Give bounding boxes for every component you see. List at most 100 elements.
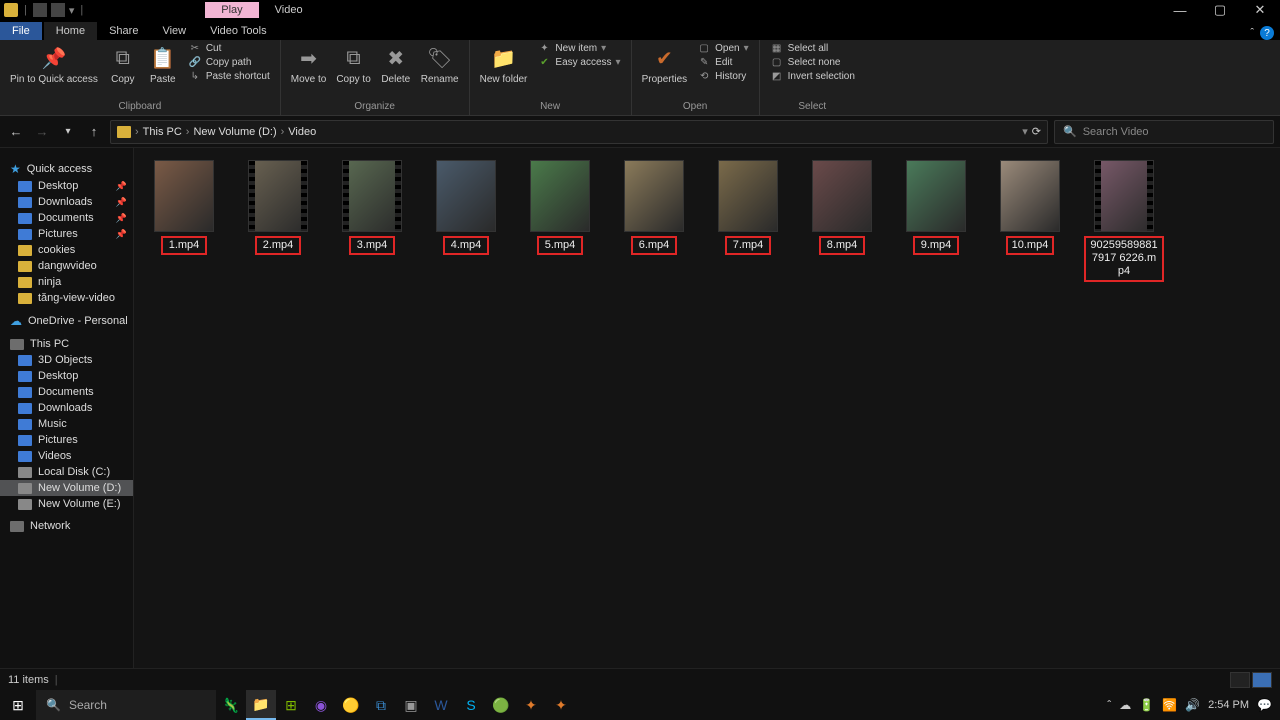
tray-clock[interactable]: 2:54 PM [1208, 699, 1249, 711]
chevron-down-icon[interactable]: ▾ [69, 4, 75, 17]
sidebar-item-dangwvideo[interactable]: dangwvideo [0, 258, 133, 274]
sidebar-item-this-pc[interactable]: This PC [0, 336, 133, 352]
file-item[interactable]: 10.mp4 [990, 160, 1070, 282]
tab-share[interactable]: Share [97, 22, 150, 40]
sidebar-item-ninja[interactable]: ninja [0, 274, 133, 290]
cut-button[interactable]: ✂Cut [184, 42, 274, 55]
file-item[interactable]: 1.mp4 [144, 160, 224, 282]
tray-battery-icon[interactable]: 🔋 [1139, 698, 1154, 712]
file-view[interactable]: 1.mp42.mp43.mp44.mp45.mp46.mp47.mp48.mp4… [134, 148, 1280, 668]
new-folder-button[interactable]: 📁New folder [476, 42, 532, 87]
large-icons-view-button[interactable] [1252, 672, 1272, 688]
sidebar-item-tang-view[interactable]: tăng-view-video [0, 290, 133, 306]
sidebar-item-videos[interactable]: Videos [0, 448, 133, 464]
tray-notifications-icon[interactable]: 💬 [1257, 698, 1272, 712]
qat-item-icon[interactable] [51, 3, 65, 17]
history-button[interactable]: ⟲History [693, 70, 753, 83]
file-item[interactable]: 2.mp4 [238, 160, 318, 282]
sidebar-item-documents2[interactable]: Documents [0, 384, 133, 400]
copy-to-button[interactable]: ⧉Copy to [332, 42, 374, 87]
sidebar-item-music[interactable]: Music [0, 416, 133, 432]
sidebar-item-network[interactable]: Network [0, 518, 133, 534]
sidebar-item-documents[interactable]: Documents📌 [0, 210, 133, 226]
breadcrumb-drive[interactable]: New Volume (D:) [193, 126, 276, 138]
task-app2-icon[interactable]: ✦ [516, 690, 546, 720]
paste-button[interactable]: 📋 Paste [144, 42, 182, 87]
forward-button[interactable]: → [32, 122, 52, 142]
address-bar[interactable]: › This PC › New Volume (D:) › Video ▾ ⟳ [110, 120, 1048, 144]
sidebar-item-volume-d[interactable]: New Volume (D:) [0, 480, 133, 496]
select-all-button[interactable]: ▦Select all [766, 42, 859, 55]
sidebar-item-pictures[interactable]: Pictures📌 [0, 226, 133, 242]
rename-button[interactable]: 🏷Rename [417, 42, 463, 87]
new-item-button[interactable]: ✦New item▾ [533, 42, 624, 55]
close-button[interactable]: ✕ [1240, 0, 1280, 20]
task-app3-icon[interactable]: ✦ [546, 690, 576, 720]
tab-video-tools[interactable]: Video Tools [198, 22, 278, 40]
file-item[interactable]: 4.mp4 [426, 160, 506, 282]
paste-shortcut-button[interactable]: ↳Paste shortcut [184, 70, 274, 83]
select-none-button[interactable]: ▢Select none [766, 56, 859, 69]
breadcrumb-folder[interactable]: Video [288, 126, 316, 138]
search-box[interactable]: 🔍 Search Video [1054, 120, 1274, 144]
easy-access-button[interactable]: ✔Easy access▾ [533, 56, 624, 69]
file-item[interactable]: 902595898817917 6226.mp4 [1084, 160, 1164, 282]
task-word-icon[interactable]: W [426, 690, 456, 720]
copy-path-button[interactable]: 🔗Copy path [184, 56, 274, 69]
properties-button[interactable]: ✔Properties [638, 42, 692, 87]
maximize-button[interactable]: ▢ [1200, 0, 1240, 20]
sidebar-item-volume-e[interactable]: New Volume (E:) [0, 496, 133, 512]
task-chrome2-icon[interactable]: 🟢 [486, 690, 516, 720]
file-item[interactable]: 9.mp4 [896, 160, 976, 282]
sidebar-item-quick-access[interactable]: ★Quick access [0, 160, 133, 178]
edit-button[interactable]: ✎Edit [693, 56, 753, 69]
invert-selection-button[interactable]: ◩Invert selection [766, 70, 859, 83]
back-button[interactable]: ← [6, 122, 26, 142]
task-vscode-icon[interactable]: ⧉ [366, 690, 396, 720]
recent-locations-button[interactable]: ▾ [58, 122, 78, 142]
task-app-icon[interactable]: 🦎 [216, 690, 246, 720]
pin-quick-access-button[interactable]: 📌 Pin to Quick access [6, 42, 102, 87]
collapse-ribbon-icon[interactable]: ˆ [1250, 27, 1254, 39]
file-item[interactable]: 7.mp4 [708, 160, 788, 282]
sidebar-item-desktop2[interactable]: Desktop [0, 368, 133, 384]
task-terminal-icon[interactable]: ▣ [396, 690, 426, 720]
file-item[interactable]: 8.mp4 [802, 160, 882, 282]
tray-cloud-icon[interactable]: ☁ [1119, 698, 1131, 712]
tab-view[interactable]: View [150, 22, 198, 40]
tray-volume-icon[interactable]: 🔊 [1185, 698, 1200, 712]
help-icon[interactable]: ? [1260, 26, 1274, 40]
sidebar-item-onedrive[interactable]: ☁OneDrive - Personal [0, 312, 133, 330]
tab-file[interactable]: File [0, 22, 42, 40]
start-button[interactable]: ⊞ [0, 690, 36, 720]
sidebar-item-downloads2[interactable]: Downloads [0, 400, 133, 416]
sidebar-item-3d-objects[interactable]: 3D Objects [0, 352, 133, 368]
open-button[interactable]: ▢Open▾ [693, 42, 753, 55]
move-to-button[interactable]: ➡Move to [287, 42, 331, 87]
taskbar-search[interactable]: 🔍 Search [36, 690, 216, 720]
sidebar-item-desktop[interactable]: Desktop📌 [0, 178, 133, 194]
tab-home[interactable]: Home [44, 22, 97, 40]
delete-button[interactable]: ✖Delete [377, 42, 415, 87]
qat-item-icon[interactable] [33, 3, 47, 17]
task-store-icon[interactable]: ⊞ [276, 690, 306, 720]
details-view-button[interactable] [1230, 672, 1250, 688]
file-item[interactable]: 3.mp4 [332, 160, 412, 282]
chevron-down-icon[interactable]: ▾ [1022, 125, 1028, 138]
task-skype-icon[interactable]: S [456, 690, 486, 720]
sidebar-item-downloads[interactable]: Downloads📌 [0, 194, 133, 210]
breadcrumb-this-pc[interactable]: This PC [143, 126, 182, 138]
up-button[interactable]: ↑ [84, 122, 104, 142]
sidebar-item-local-c[interactable]: Local Disk (C:) [0, 464, 133, 480]
sidebar-item-cookies[interactable]: cookies [0, 242, 133, 258]
tray-wifi-icon[interactable]: 🛜 [1162, 698, 1177, 712]
task-firefox-icon[interactable]: ◉ [306, 690, 336, 720]
sidebar-item-pictures2[interactable]: Pictures [0, 432, 133, 448]
minimize-button[interactable]: — [1160, 0, 1200, 20]
copy-button[interactable]: ⧉ Copy [104, 42, 142, 87]
file-item[interactable]: 5.mp4 [520, 160, 600, 282]
tray-chevron-icon[interactable]: ˆ [1107, 698, 1111, 712]
context-tab-play[interactable]: Play [205, 2, 258, 18]
task-chrome-icon[interactable]: 🟡 [336, 690, 366, 720]
file-item[interactable]: 6.mp4 [614, 160, 694, 282]
